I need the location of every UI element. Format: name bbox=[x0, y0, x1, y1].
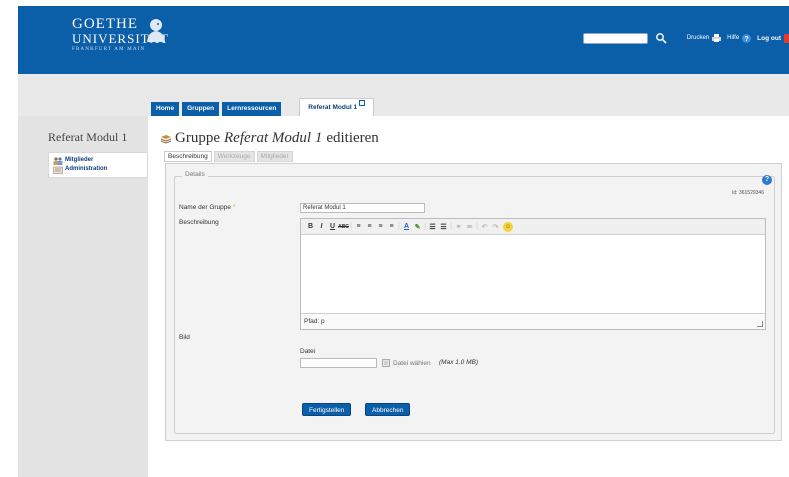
link-button[interactable]: ⚭ bbox=[453, 223, 464, 231]
tab-referat-label: Referat Modul 1 bbox=[308, 104, 358, 111]
editor-toolbar: B I U ABC | ≡ ≡ ≡ ≡ | A ✎ | ☰ ☰ | ⚭ ⚮ | … bbox=[301, 219, 765, 235]
help-icon[interactable]: ? bbox=[762, 175, 772, 185]
smiley-icon[interactable]: ☺ bbox=[503, 221, 513, 232]
editor-path: Pfad: p bbox=[304, 318, 325, 325]
highlight-color-button[interactable]: ✎ bbox=[412, 223, 423, 231]
tab-close-icon[interactable] bbox=[359, 99, 366, 106]
align-left-button[interactable]: ≡ bbox=[353, 223, 364, 230]
sidebar-item-label: Administration bbox=[65, 166, 108, 172]
group-name-field[interactable]: Referat Modul 1 bbox=[300, 203, 425, 213]
editor-text-area[interactable] bbox=[301, 236, 765, 314]
underline-button[interactable]: U bbox=[327, 223, 338, 230]
print-label: Drucken bbox=[686, 35, 710, 41]
max-size-note: (Max 1.0 MB) bbox=[439, 359, 479, 366]
undo-button[interactable]: ↶ bbox=[479, 223, 490, 231]
title-suffix: editieren bbox=[326, 130, 379, 146]
subtab-beschreibung[interactable]: Beschreibung bbox=[164, 151, 212, 162]
text-color-button[interactable]: A bbox=[401, 223, 412, 230]
help-label: Hilfe bbox=[727, 35, 740, 41]
help-circle-icon: ? bbox=[742, 33, 752, 43]
file-path-field[interactable] bbox=[300, 358, 377, 368]
required-marker: * bbox=[232, 204, 236, 211]
header-bar: GOETHE UNIVERSITÄT FRANKFURT AM MAIN Dru… bbox=[18, 6, 789, 74]
tab-referat-modul[interactable]: Referat Modul 1 bbox=[299, 98, 375, 116]
numbered-list-button[interactable]: ☰ bbox=[438, 223, 449, 231]
title-prefix: Gruppe bbox=[175, 130, 220, 146]
sub-tabs: Beschreibung Werkzeuge Mitglieder bbox=[164, 151, 295, 162]
members-icon bbox=[53, 156, 63, 165]
justify-button[interactable]: ≡ bbox=[386, 223, 397, 230]
subtab-werkzeuge[interactable]: Werkzeuge bbox=[213, 151, 255, 162]
group-id: Id: 361529346 bbox=[732, 190, 764, 196]
administration-icon bbox=[53, 166, 63, 174]
editor-statusbar: Pfad: p bbox=[301, 313, 765, 329]
help-link[interactable]: Hilfe ? bbox=[727, 33, 752, 43]
image-label: Bild bbox=[179, 334, 190, 341]
bold-button[interactable]: B bbox=[305, 223, 316, 230]
search-icon[interactable] bbox=[655, 32, 667, 44]
choose-file-button[interactable]: Datei wählen bbox=[382, 359, 431, 367]
title-group-name: Referat Modul 1 bbox=[224, 130, 323, 146]
subtab-mitglieder[interactable]: Mitglieder bbox=[256, 151, 293, 162]
logout-label: Log out bbox=[757, 34, 781, 42]
goethe-bust-icon bbox=[147, 19, 165, 42]
group-icon bbox=[160, 134, 172, 144]
sidebar-item-administration[interactable]: Administration bbox=[53, 165, 143, 174]
redo-button[interactable]: ↷ bbox=[490, 223, 501, 231]
sidebar-item-mitglieder[interactable]: Mitglieder bbox=[53, 156, 143, 165]
file-icon bbox=[382, 359, 390, 367]
file-label: Datei bbox=[300, 348, 316, 355]
search-input[interactable] bbox=[582, 32, 648, 44]
cancel-button[interactable]: Abbrechen bbox=[365, 403, 411, 416]
svg-text:?: ? bbox=[745, 36, 749, 43]
rich-text-editor: B I U ABC | ≡ ≡ ≡ ≡ | A ✎ | ☰ ☰ | ⚭ ⚮ | … bbox=[300, 218, 766, 330]
resize-handle-icon[interactable] bbox=[757, 321, 763, 327]
header-toolbar: Drucken Hilfe ? Log out bbox=[582, 29, 789, 47]
tab-home[interactable]: Home bbox=[151, 102, 180, 116]
page-title: Gruppe Referat Modul 1 editieren bbox=[160, 130, 379, 147]
sidebar-item-label: Mitglieder bbox=[65, 157, 94, 163]
unlink-button[interactable]: ⚮ bbox=[464, 223, 475, 231]
name-label: Name der Gruppe * bbox=[179, 204, 235, 211]
tab-lernressourcen[interactable]: Lernressourcen bbox=[222, 102, 282, 116]
sidebar-title: Referat Modul 1 bbox=[48, 130, 128, 144]
logo-line3: FRANKFURT AM MAIN bbox=[72, 47, 146, 52]
align-center-button[interactable]: ≡ bbox=[364, 223, 375, 230]
university-logo[interactable]: GOETHE UNIVERSITÄT FRANKFURT AM MAIN bbox=[72, 16, 169, 54]
italic-button[interactable]: I bbox=[316, 223, 327, 230]
print-link[interactable]: Drucken bbox=[686, 34, 722, 42]
bullet-list-button[interactable]: ☰ bbox=[427, 223, 438, 231]
choose-file-label: Datei wählen bbox=[393, 359, 431, 367]
sidebar-menu: Mitglieder Administration bbox=[48, 152, 148, 178]
logout-link[interactable]: Log out bbox=[757, 33, 789, 43]
tab-gruppen[interactable]: Gruppen bbox=[182, 102, 220, 116]
name-label-text: Name der Gruppe bbox=[179, 204, 232, 211]
details-legend: Details bbox=[182, 171, 208, 178]
save-button[interactable]: Fertigstellen bbox=[302, 403, 352, 416]
description-label: Beschreibung bbox=[179, 219, 219, 226]
logout-icon bbox=[784, 33, 789, 43]
nav-tabs: Home Gruppen Lernressourcen Referat Modu… bbox=[151, 98, 377, 116]
align-right-button[interactable]: ≡ bbox=[375, 223, 386, 230]
strikethrough-button[interactable]: ABC bbox=[338, 224, 349, 230]
printer-icon bbox=[712, 34, 722, 42]
